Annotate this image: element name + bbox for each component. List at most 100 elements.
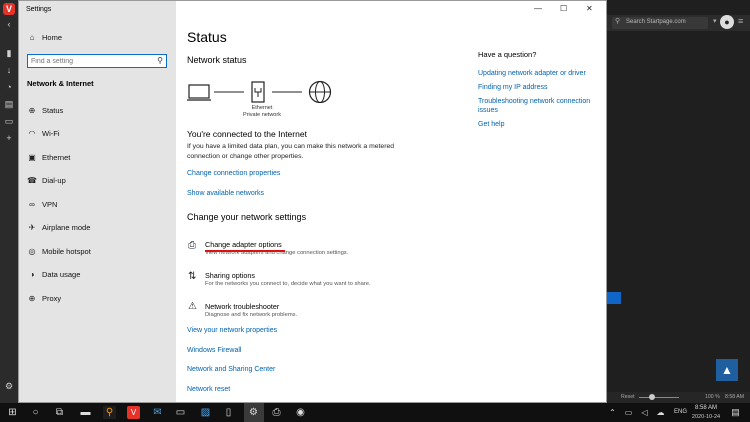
sidebar-item-airplane[interactable]: ✈ Airplane mode [19,218,176,238]
volume-icon[interactable]: ◁ [638,406,651,419]
search-app-icon[interactable]: ⚲ [103,406,116,419]
search-circle-icon[interactable]: ○ [29,406,42,419]
network-app-icon[interactable]: ◉ [294,406,307,419]
maximize-icon[interactable]: ☐ [560,4,567,13]
vivaldi-taskbar-icon[interactable]: V [127,406,140,419]
highlight-underline [205,250,285,252]
download-icon[interactable]: ↓ [3,64,15,76]
help-link-ip-address[interactable]: Finding my IP address [478,83,603,92]
back-arrow-icon[interactable]: ‹ [3,18,15,30]
help-link-troubleshooting[interactable]: Troubleshooting network connection issue… [478,97,603,115]
change-adapter-options-button[interactable]: Change adapter options [205,240,282,249]
sidebar-item-ethernet[interactable]: ▣ Ethernet [19,148,176,168]
home-globe-icon: ⊕ [28,106,36,115]
add-panel-icon[interactable]: + [3,132,15,144]
change-connection-properties-link[interactable]: Change connection properties [187,170,280,177]
file-explorer-icon[interactable]: ▬ [79,406,92,419]
sidebar-item-label: Dial-up [42,176,66,185]
windows-firewall-link[interactable]: Windows Firewall [187,347,241,354]
action-center-icon[interactable]: ▤ [729,406,742,419]
sidebar-item-label: Airplane mode [42,223,91,232]
settings-content: — ☐ ✕ Status Network status Ethernet Pri… [176,1,606,402]
network-tray-icon[interactable]: ▭ [622,406,635,419]
window-caption-buttons: — ☐ ✕ [532,4,602,16]
sharing-options-icon: ⇅ [188,271,197,282]
sidebar-item-data-usage[interactable]: ◑ Data usage [19,265,176,285]
browser-search-field[interactable]: ⚲ Search Startpage.com [612,17,708,29]
adapter-label: Ethernet [251,105,273,111]
mail-icon[interactable]: ✉ [151,406,164,419]
network-reset-link[interactable]: Network reset [187,386,230,393]
laptop-icon [187,84,211,101]
help-link-get-help[interactable]: Get help [478,120,603,129]
sidebar-item-proxy[interactable]: ⊕ Proxy [19,289,176,309]
dropdown-arrow-icon[interactable]: ▾ [713,17,717,25]
tray-overflow-icon[interactable]: ⌃ [606,406,619,419]
language-indicator[interactable]: ENG [674,409,687,415]
tray-date[interactable]: 2020-10-24 [689,414,723,420]
notes-icon[interactable]: ▤ [3,98,15,110]
hotspot-icon: ◎ [28,247,36,256]
adapter-options-icon: ⎙ [188,240,196,251]
warning-triangle-icon: ⚠ [188,301,197,312]
network-troubleshooter-button[interactable]: Network troubleshooter [205,302,279,311]
metered-description: If you have a limited data plan, you can… [187,143,395,160]
settings-nav: Settings ⌂ Home ⚲ Network & Internet ⊕ S… [19,1,176,402]
sidebar-item-hotspot[interactable]: ◎ Mobile hotspot [19,242,176,262]
internet-globe-icon [308,80,332,104]
windows-start-icon[interactable]: ⊞ [6,406,19,419]
sidebar-item-vpn[interactable]: ∞ VPN [19,195,176,215]
computer-icon[interactable]: ▭ [174,406,187,419]
bookmark-icon[interactable]: ▮ [3,47,15,59]
home-icon: ⌂ [29,33,35,42]
browser-window-background: ⚲ Search Startpage.com ▾ ● ≡ ▲ Reset 100… [607,0,750,403]
sidebar-item-label: Mobile hotspot [42,247,91,256]
window-panel-icon[interactable]: ▭ [3,115,15,127]
sidebar-item-label: Wi-Fi [42,129,60,138]
nav-home-label: Home [42,33,63,42]
view-network-properties-link[interactable]: View your network properties [187,327,277,334]
onedrive-icon[interactable]: ☁ [654,406,667,419]
help-link-adapter-driver[interactable]: Updating network adapter or driver [478,69,603,78]
nav-home[interactable]: ⌂ Home [19,28,176,48]
connection-status-text: You're connected to the Internet [187,129,307,139]
zoom-reset[interactable]: Reset [621,394,635,400]
sidebar-item-dialup[interactable]: ☎ Dial-up [19,171,176,191]
show-available-networks-link[interactable]: Show available networks [187,190,264,197]
sidebar-item-wifi[interactable]: ◠ Wi-Fi [19,124,176,144]
zoom-slider-knob[interactable] [649,394,655,400]
printer-app-icon[interactable]: ⎙ [270,406,283,419]
zoom-slider[interactable] [639,397,679,398]
menu-icon[interactable]: ≡ [738,16,743,26]
scroll-to-top-button[interactable]: ▲ [716,359,738,381]
sidebar-item-status[interactable]: ⊕ Status [19,101,176,121]
airplane-icon: ✈ [28,223,36,232]
sidebar-item-label: Status [42,106,64,115]
browser-status-bar: Reset 100 % 8:58 AM [607,392,750,403]
search-settings-input[interactable] [31,56,146,66]
history-icon[interactable]: ◔ [3,81,15,93]
close-icon[interactable]: ✕ [586,4,593,13]
minimize-icon[interactable]: — [534,4,542,13]
settings-gear-icon[interactable]: ⚙ [3,380,15,392]
data-usage-icon: ◑ [29,270,35,279]
profile-avatar[interactable]: ● [720,15,734,29]
sidebar-item-label: Data usage [42,270,81,279]
sharing-options-button[interactable]: Sharing options [205,271,255,280]
search-settings-field[interactable]: ⚲ [27,54,167,68]
tray-time[interactable]: 8:58 AM [691,405,721,411]
network-sharing-center-link[interactable]: Network and Sharing Center [187,366,275,373]
document-icon[interactable]: ▯ [222,406,235,419]
globe-icon: ⊕ [28,294,36,303]
photos-icon[interactable]: ▨ [199,406,212,419]
sharing-options-desc: For the networks you connect to, decide … [205,281,371,287]
task-view-icon[interactable]: ⧉ [53,406,66,419]
phone-icon: ☎ [27,176,37,185]
vivaldi-logo-icon[interactable]: V [3,3,15,15]
settings-gear-taskbar-icon[interactable]: ⚙ [247,406,260,419]
sidebar-item-label: VPN [42,200,58,209]
nav-section-title: Network & Internet [27,79,94,88]
zoom-level: 100 % [705,394,720,400]
wifi-icon: ◠ [28,129,36,138]
blue-button-fragment[interactable] [607,292,621,304]
